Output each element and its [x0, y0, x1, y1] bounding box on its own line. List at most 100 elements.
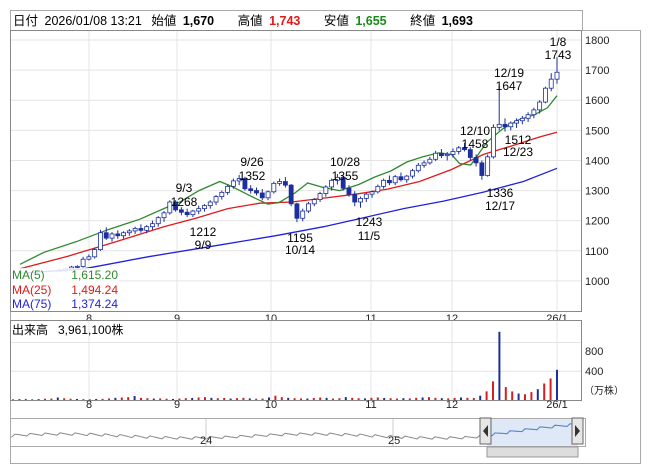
candle-body: [248, 188, 254, 191]
candle-body: [450, 151, 456, 155]
annotation-date: 1243: [356, 215, 383, 229]
candle-body: [519, 117, 525, 122]
price-tick-label: 1300: [585, 186, 609, 198]
annotation-price: 1355: [332, 169, 359, 183]
annotation-date: 12/10: [460, 124, 490, 138]
candle-body: [323, 186, 329, 194]
annotation-price: 1352: [239, 169, 266, 183]
price-tick-label: 1700: [585, 65, 609, 77]
candle-body: [294, 203, 300, 219]
volume-bar: [223, 397, 226, 400]
volume-label: 出来高: [12, 322, 48, 337]
volume-bar: [293, 398, 296, 400]
volume-bar: [120, 397, 123, 400]
candle-body: [548, 78, 554, 89]
candle-body: [144, 226, 150, 231]
volume-bar: [440, 398, 443, 400]
candle-body: [531, 109, 537, 116]
volume-bar: [466, 397, 469, 400]
candle-body: [386, 179, 392, 184]
candle-body: [178, 209, 184, 213]
volume-bar: [255, 398, 258, 400]
candle-body: [369, 191, 375, 195]
candle-body: [479, 162, 485, 176]
candle-body: [375, 185, 381, 193]
annotation-date: 10/28: [330, 155, 360, 169]
volume-bar: [56, 397, 59, 400]
annotation-price: 12/23: [503, 145, 533, 159]
candle-body: [184, 211, 190, 216]
navigator-left-handle[interactable]: [479, 417, 492, 445]
volume-bar: [191, 397, 194, 400]
candle-body: [358, 197, 363, 203]
volume-bar: [95, 398, 98, 400]
volume-bar: [204, 397, 206, 400]
price-tick-label: 1200: [585, 216, 609, 228]
volume-bar: [108, 398, 110, 400]
candle-body: [271, 182, 277, 193]
candle-body: [398, 176, 404, 181]
volume-x-tick-label: 12: [446, 399, 458, 411]
volume-bar: [511, 391, 514, 400]
candle-body: [381, 179, 387, 187]
navigator-right-handle[interactable]: [571, 417, 584, 445]
volume-value: 3,961,100株: [58, 322, 123, 337]
candle-body: [98, 232, 103, 250]
volume-bar: [210, 397, 213, 400]
annotation-date: 1212: [190, 225, 217, 239]
navigator-selected-range[interactable]: [487, 419, 578, 446]
volume-bar: [69, 398, 72, 400]
volume-bar: [338, 398, 341, 400]
volume-bar: [389, 398, 392, 400]
volume-x-tick-label: 9: [174, 399, 180, 411]
volume-bar: [44, 398, 46, 400]
volume-bar: [351, 397, 354, 400]
candle-body: [415, 164, 421, 172]
volume-bar: [383, 397, 386, 400]
volume-bar: [12, 399, 14, 400]
volume-x-tick-label: 8: [86, 399, 92, 411]
candle-body: [126, 230, 132, 234]
navigator-scrollbar[interactable]: [486, 446, 579, 458]
volume-bar: [261, 398, 264, 400]
volume-bar: [24, 398, 27, 400]
volume-bar: [165, 398, 168, 400]
candle-body: [207, 201, 213, 207]
chart-canvas: 1800 1700 1600 1500 1400 1300 1200 1100 1000 8 9 1…: [10, 30, 641, 464]
candle-body: [254, 190, 259, 194]
volume-bar: [242, 397, 245, 400]
volume-bar: [543, 383, 546, 400]
volume-bar: [319, 397, 322, 400]
navigator-year-25: 25: [388, 435, 400, 447]
candle-body: [115, 233, 121, 237]
candle-body: [508, 122, 514, 128]
price-tick-label: 1100: [585, 246, 609, 258]
annotation-price: 1268: [171, 195, 198, 209]
volume-bar: [146, 398, 149, 400]
candle-body: [225, 185, 231, 193]
volume-bar: [229, 398, 232, 400]
candle-body: [282, 181, 288, 186]
volume-x-tick-label: 11: [365, 399, 376, 411]
annotation-date: 1/8: [550, 35, 567, 49]
candle-body: [213, 196, 219, 203]
volume-bar: [236, 398, 238, 400]
volume-bar: [421, 397, 424, 400]
volume-bar: [408, 398, 411, 400]
price-tick-label: 1600: [585, 95, 609, 107]
volume-bar: [325, 397, 328, 400]
volume-bar: [184, 398, 187, 400]
candle-body: [346, 187, 352, 195]
volume-bar: [402, 398, 405, 400]
volume-bar: [530, 392, 533, 400]
volume-x-tick-label: 10: [265, 399, 277, 411]
annotation-price: 10/14: [285, 243, 315, 257]
volume-bar: [287, 397, 290, 400]
candle-body: [80, 258, 86, 267]
ma5-label: MA(5): [12, 268, 45, 282]
navigator-year-24: 24: [200, 435, 212, 447]
volume-bar: [18, 399, 21, 400]
annotation-price: 1647: [496, 79, 523, 93]
annotation-price: 9/9: [195, 238, 212, 252]
candle-body: [277, 181, 283, 184]
